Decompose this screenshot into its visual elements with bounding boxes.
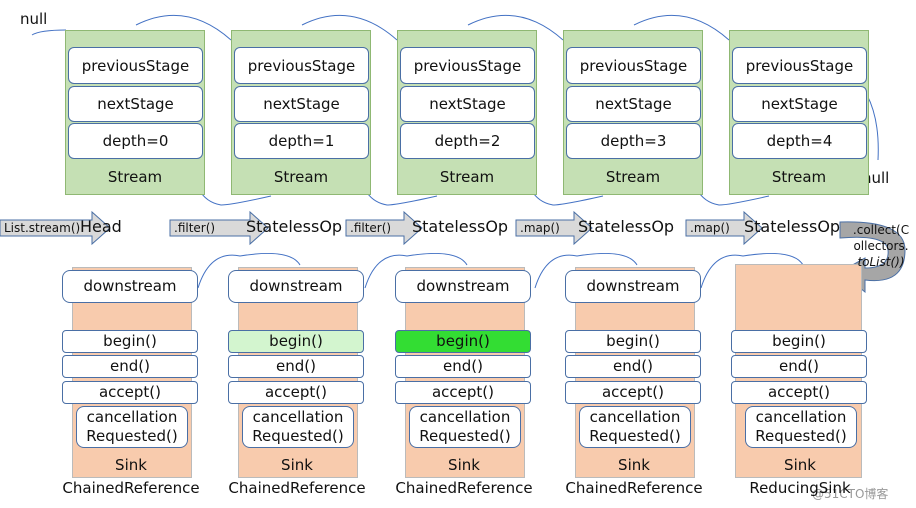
cancellation-text: Requested() (589, 427, 681, 445)
prev-null-arrow (31, 29, 67, 36)
op-label: .map() (690, 221, 730, 235)
null-top-label: null (20, 10, 48, 28)
cancellation-requested-method: cancellation Requested() (76, 406, 188, 448)
cancellation-text: Requested() (755, 427, 847, 445)
cancellation-text: Requested() (86, 427, 178, 445)
next-stage-field: nextStage (400, 86, 535, 122)
sink-type-label: ChainedReference (228, 479, 366, 497)
collect-line-1: .collect(C (852, 223, 910, 237)
depth-field: depth=2 (400, 123, 535, 159)
begin-method: begin() (62, 330, 198, 353)
accept-method: accept() (731, 381, 867, 404)
cancellation-requested-method: cancellation Requested() (409, 406, 521, 448)
cancellation-requested-method: cancellation Requested() (579, 406, 691, 448)
end-method: end() (228, 355, 364, 378)
collect-label: .collect(C ollectors. toList()) (850, 222, 912, 270)
stream-label: Stream (771, 168, 827, 186)
sink-label: Sink (115, 456, 147, 474)
collect-line-2: ollectors. (853, 239, 909, 253)
sink-label: Sink (784, 456, 816, 474)
begin-method: begin() (565, 330, 701, 353)
op-label: List.stream() (4, 221, 81, 235)
sink-label: Sink (618, 456, 650, 474)
next-stage-field: nextStage (732, 86, 867, 122)
stream-label: Stream (273, 168, 329, 186)
cancellation-text: cancellation (589, 408, 681, 426)
cancellation-text: cancellation (419, 408, 511, 426)
downstream-field: downstream (395, 270, 531, 303)
sink-type-label: ChainedReference (62, 479, 200, 497)
sink-type-label: ChainedReference (565, 479, 703, 497)
cancellation-text: Requested() (252, 427, 344, 445)
accept-method: accept() (395, 381, 531, 404)
begin-method: begin() (731, 330, 867, 353)
accept-method: accept() (62, 381, 198, 404)
stream-pipeline-diagram: null null .collect(C ollectors. toList()… (0, 0, 916, 508)
previous-stage-field: previousStage (234, 47, 369, 84)
end-method: end() (731, 355, 867, 378)
sink-label: Sink (448, 456, 480, 474)
previous-stage-field: previousStage (400, 47, 535, 84)
previous-stage-field: previousStage (732, 47, 867, 84)
cancellation-text: cancellation (86, 408, 178, 426)
sink-label: Sink (281, 456, 313, 474)
cancellation-requested-method: cancellation Requested() (242, 406, 354, 448)
previous-stage-field: previousStage (68, 47, 203, 84)
sink-type-label: ChainedReference (395, 479, 533, 497)
end-method: end() (565, 355, 701, 378)
previous-stage-field: previousStage (566, 47, 701, 84)
downstream-field: downstream (62, 270, 198, 303)
next-stage-field: nextStage (234, 86, 369, 122)
stream-label: Stream (439, 168, 495, 186)
depth-field: depth=1 (234, 123, 369, 159)
next-stage-field: nextStage (68, 86, 203, 122)
depth-field: depth=0 (68, 123, 203, 159)
begin-method: begin() (395, 330, 531, 353)
depth-field: depth=4 (732, 123, 867, 159)
depth-field: depth=3 (566, 123, 701, 159)
cancellation-requested-method: cancellation Requested() (745, 406, 857, 448)
stream-label: Stream (605, 168, 661, 186)
cancellation-text: cancellation (755, 408, 847, 426)
op-label: .filter() (174, 221, 216, 235)
sink-type-label: ReducingSink (749, 479, 851, 497)
cancellation-text: Requested() (419, 427, 511, 445)
begin-method: begin() (228, 330, 364, 353)
next-stage-field: nextStage (566, 86, 701, 122)
collect-line-3: toList()) (857, 255, 905, 269)
accept-method: accept() (565, 381, 701, 404)
downstream-field: downstream (565, 270, 701, 303)
end-method: end() (62, 355, 198, 378)
end-method: end() (395, 355, 531, 378)
stream-label: Stream (107, 168, 163, 186)
accept-method: accept() (228, 381, 364, 404)
op-label: .map() (520, 221, 560, 235)
cancellation-text: cancellation (252, 408, 344, 426)
op-label: .filter() (350, 221, 392, 235)
downstream-field: downstream (228, 270, 364, 303)
